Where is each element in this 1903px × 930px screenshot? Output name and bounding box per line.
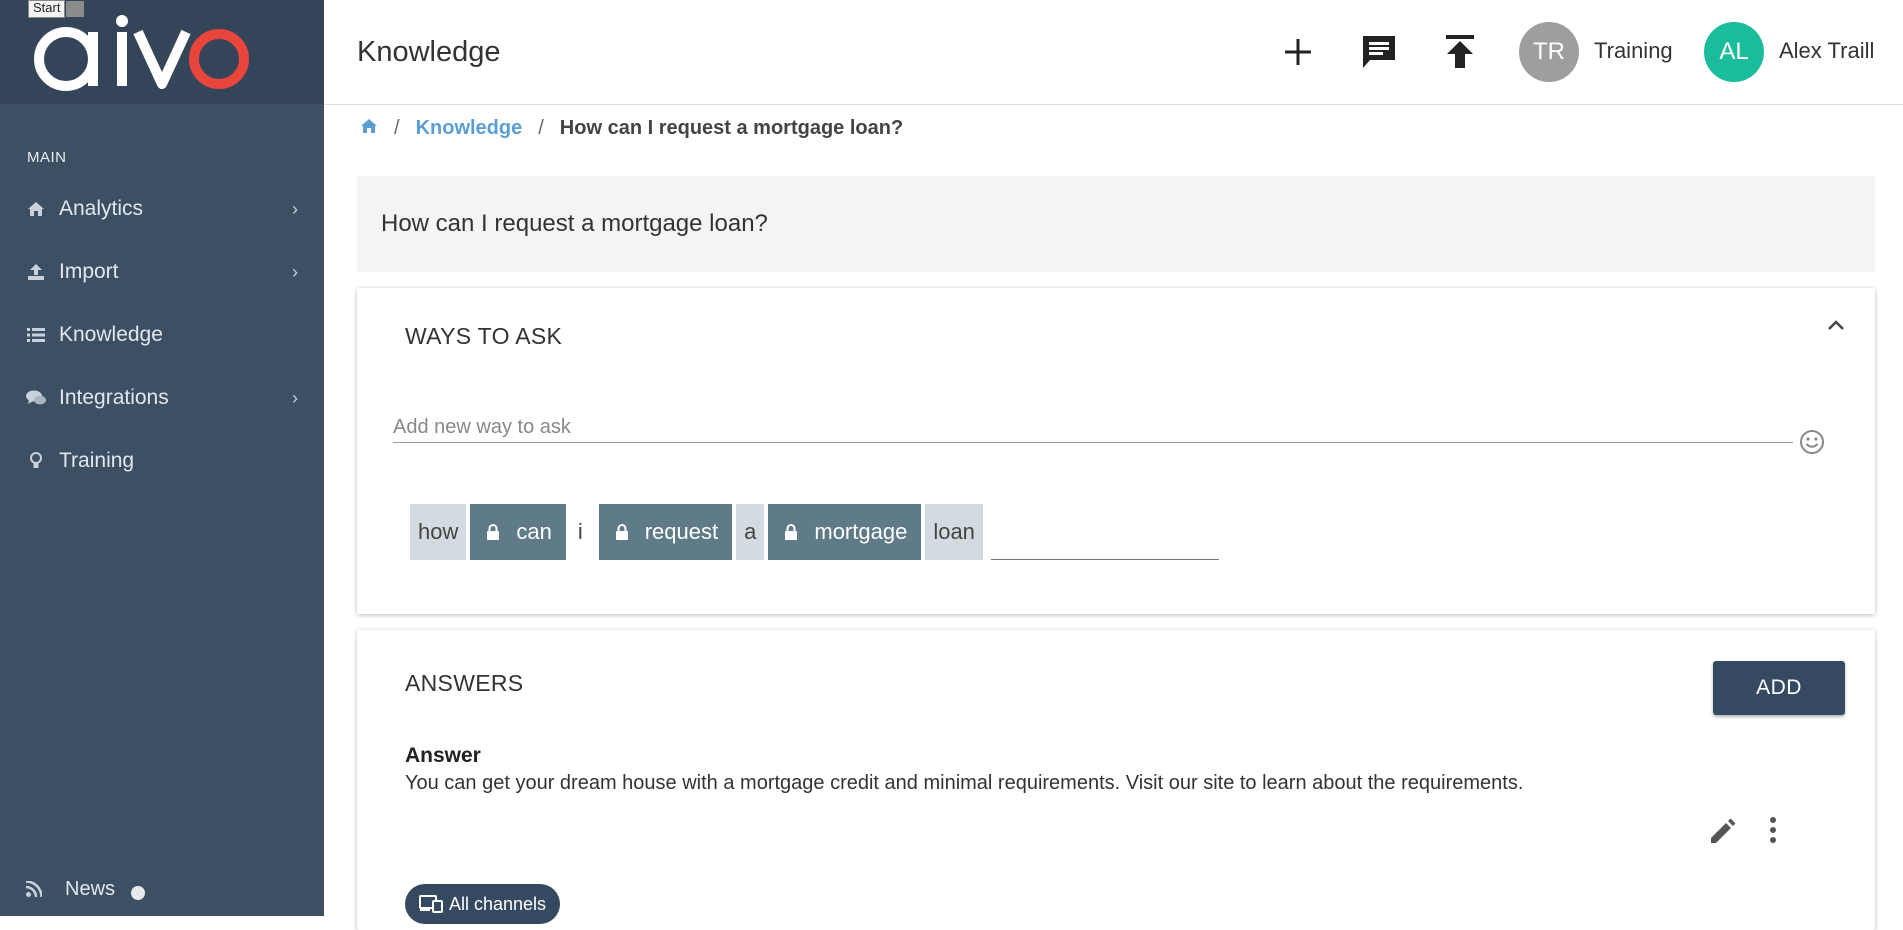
page-title: Knowledge: [357, 36, 501, 68]
news-status-dot: [131, 886, 145, 900]
sidebar-item-news[interactable]: News: [0, 872, 324, 908]
user-avatar[interactable]: AL: [1704, 22, 1764, 82]
question-banner: How can I request a mortgage loan?: [357, 176, 1875, 272]
token[interactable]: a: [736, 504, 765, 560]
message-icon: [1363, 36, 1395, 68]
emoji-icon[interactable]: [1799, 429, 1825, 460]
lightbulb-icon: [26, 451, 46, 471]
answer-label: Answer: [405, 744, 481, 767]
token-label: a: [744, 519, 757, 544]
token-locked[interactable]: can: [470, 504, 566, 560]
upload-icon: [26, 262, 46, 282]
lock-icon: [615, 524, 628, 540]
tooltip-marker: [66, 1, 85, 17]
devices-icon: [419, 895, 443, 913]
breadcrumb-separator: /: [394, 116, 400, 139]
top-header: Knowledge TR Training AL Alex Traill: [324, 0, 1903, 105]
training-label[interactable]: Training: [1594, 38, 1673, 64]
messages-button[interactable]: [1357, 30, 1401, 74]
ways-to-ask-card: WAYS TO ASK how can i request a mortgage…: [357, 288, 1875, 614]
start-tooltip: Start: [28, 0, 85, 18]
lock-icon: [785, 524, 798, 540]
add-answer-button[interactable]: ADD: [1713, 661, 1845, 715]
ways-to-ask-tokens: how can i request a mortgage loan: [410, 504, 1219, 560]
chevron-right-icon: ›: [292, 198, 298, 219]
token-input[interactable]: [990, 504, 1219, 560]
sidebar-item-label: Knowledge: [59, 323, 163, 346]
list-icon: [26, 325, 46, 345]
rss-icon: [25, 880, 43, 903]
channel-chip-label: All channels: [449, 893, 547, 914]
sidebar-section-label: MAIN: [27, 149, 67, 166]
chevron-right-icon: ›: [292, 261, 298, 282]
more-options-icon[interactable]: [1768, 815, 1778, 850]
chevron-right-icon: ›: [292, 387, 298, 408]
user-name[interactable]: Alex Traill: [1779, 38, 1874, 64]
token-locked[interactable]: mortgage: [768, 504, 922, 560]
publish-button[interactable]: [1438, 30, 1482, 74]
add-button[interactable]: [1276, 30, 1320, 74]
channel-chip[interactable]: All channels: [405, 884, 561, 924]
upload-arrow-icon: [1446, 35, 1474, 68]
sidebar: Start MAIN Analytics › Import › Knowledg…: [0, 0, 324, 916]
aivo-logo[interactable]: [26, 12, 256, 97]
answers-title: ANSWERS: [405, 670, 524, 696]
chevron-up-icon: [1828, 320, 1844, 330]
training-avatar[interactable]: TR: [1519, 22, 1579, 82]
token-label: request: [644, 519, 719, 544]
ways-to-ask-title: WAYS TO ASK: [405, 323, 563, 349]
start-tooltip-label: Start: [33, 0, 61, 15]
sidebar-item-label: Analytics: [59, 197, 144, 220]
question-text: How can I request a mortgage loan?: [381, 210, 768, 237]
token[interactable]: how: [410, 504, 467, 560]
collapse-button[interactable]: [1827, 318, 1845, 336]
sidebar-item-knowledge[interactable]: Knowledge: [0, 310, 324, 360]
answers-card: ANSWERS ADD Answer You can get your drea…: [357, 630, 1875, 930]
sidebar-item-training[interactable]: Training: [0, 436, 324, 486]
sidebar-item-label: Import: [59, 260, 119, 283]
sidebar-item-label: Training: [59, 449, 135, 472]
home-icon[interactable]: [360, 117, 378, 140]
token[interactable]: i: [570, 504, 595, 560]
sidebar-item-label: Integrations: [59, 386, 169, 409]
token-label: i: [577, 519, 583, 544]
chat-bubbles-icon: [26, 388, 46, 408]
breadcrumb-separator: /: [538, 116, 544, 139]
token[interactable]: loan: [925, 504, 983, 560]
token-label: loan: [933, 519, 975, 544]
lock-icon: [487, 524, 500, 540]
sidebar-item-analytics[interactable]: Analytics ›: [0, 184, 324, 234]
plus-icon: [1285, 39, 1311, 65]
logo-area: Start: [0, 0, 324, 104]
breadcrumb: / Knowledge / How can I request a mortga…: [360, 115, 903, 141]
token-label: mortgage: [814, 519, 908, 544]
breadcrumb-knowledge-link[interactable]: Knowledge: [416, 117, 523, 140]
edit-icon[interactable]: [1708, 816, 1738, 851]
breadcrumb-current: How can I request a mortgage loan?: [559, 116, 904, 139]
add-way-to-ask-input[interactable]: [393, 412, 1793, 443]
sidebar-item-import[interactable]: Import ›: [0, 247, 324, 297]
token-label: how: [418, 519, 459, 544]
token-label: can: [516, 519, 552, 544]
sidebar-item-label: News: [65, 878, 116, 900]
sidebar-item-integrations[interactable]: Integrations ›: [0, 373, 324, 423]
answer-text: You can get your dream house with a mort…: [405, 772, 1524, 794]
home-icon: [26, 199, 46, 219]
token-locked[interactable]: request: [598, 504, 733, 560]
